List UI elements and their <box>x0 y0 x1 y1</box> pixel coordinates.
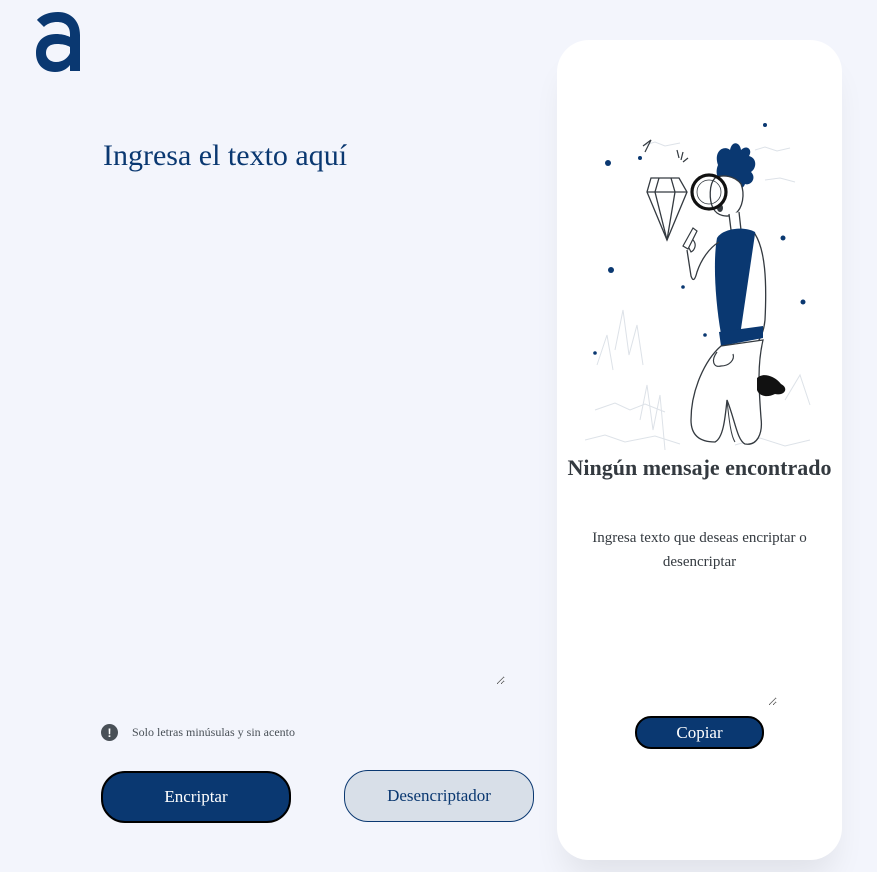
exclamation-circle-icon: ! <box>101 724 118 741</box>
text-input[interactable] <box>101 135 505 685</box>
hint-text: Solo letras minúsulas y sin acento <box>132 725 295 739</box>
person-with-magnifier-illustration <box>585 123 811 451</box>
copy-button[interactable]: Copiar <box>635 716 764 749</box>
output-text-area[interactable] <box>585 630 777 706</box>
no-message-title: Ningún mensaje encontrado <box>567 455 832 480</box>
no-message-description: Ingresa texto que deseas encriptar o des… <box>592 530 807 570</box>
alura-logo-icon <box>36 12 80 72</box>
decrypt-button[interactable]: Desencriptador <box>344 770 534 822</box>
input-hint: ! Solo letras minúsulas y sin acento <box>101 724 295 741</box>
result-panel: Ningún mensaje encontrado Ingresa texto … <box>557 40 842 860</box>
encrypt-button[interactable]: Encriptar <box>101 771 291 823</box>
page: ! Solo letras minúsulas y sin acento Enc… <box>0 0 877 872</box>
